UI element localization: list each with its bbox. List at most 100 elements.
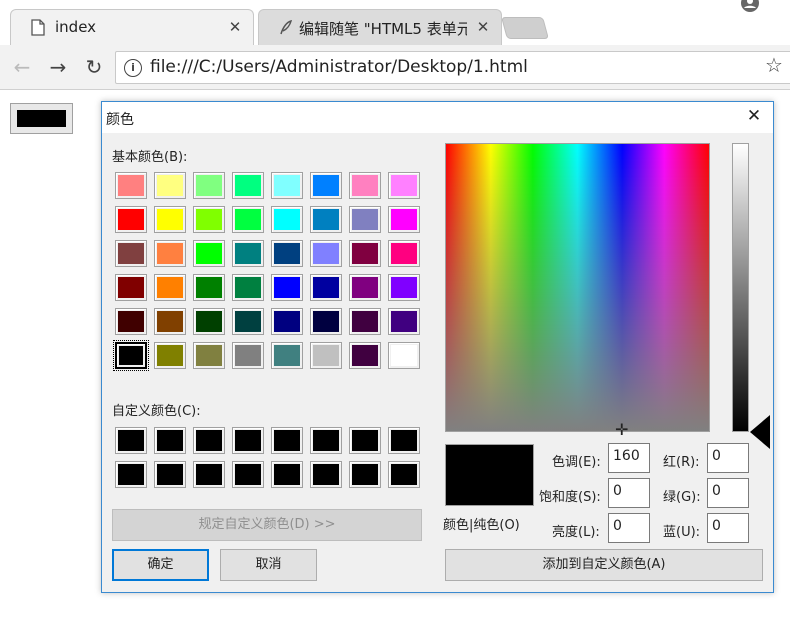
blue-field[interactable]: 0 [707,513,749,543]
custom-color-swatch[interactable] [154,427,186,454]
basic-color-swatch[interactable] [349,240,381,267]
custom-color-swatch[interactable] [193,427,225,454]
basic-color-swatch[interactable] [115,172,147,199]
tab-index[interactable]: index ✕ [10,9,254,45]
basic-color-swatch[interactable] [388,206,420,233]
add-to-custom-colors-button[interactable]: 添加到自定义颜色(A) [445,549,763,581]
green-label: 绿(G): [663,490,701,505]
info-icon[interactable]: i [124,59,142,77]
crosshair-icon[interactable]: ✛ [615,422,628,438]
color-spectrum[interactable] [445,143,710,432]
custom-color-swatch[interactable] [115,427,147,454]
basic-color-swatch[interactable] [154,206,186,233]
basic-color-swatch[interactable] [193,342,225,369]
define-custom-colors-button[interactable]: 规定自定义颜色(D) >> [112,509,422,541]
bookmark-star-icon[interactable]: ☆ [765,53,783,77]
custom-color-swatch[interactable] [310,427,342,454]
basic-color-swatch[interactable] [271,240,303,267]
basic-color-swatch[interactable] [232,274,264,301]
basic-color-swatch[interactable] [232,240,264,267]
basic-color-swatch[interactable] [310,342,342,369]
basic-color-swatch[interactable] [154,342,186,369]
document-icon [31,19,45,36]
basic-color-swatch[interactable] [113,340,149,371]
basic-color-swatch[interactable] [349,342,381,369]
address-bar[interactable]: i file:///C:/Users/Administrator/Desktop… [115,51,790,84]
color-input[interactable] [10,103,73,134]
basic-color-swatch[interactable] [232,308,264,335]
back-arrow-icon[interactable]: ← [10,55,34,79]
close-tab-icon[interactable]: ✕ [227,19,243,35]
hue-field[interactable]: 160 [608,443,650,473]
basic-color-swatch[interactable] [271,274,303,301]
tab-title: 编辑随笔 "HTML5 表单元素 [299,20,467,38]
basic-color-swatch[interactable] [232,206,264,233]
basic-color-swatch[interactable] [310,308,342,335]
basic-color-swatch[interactable] [388,240,420,267]
saturation-field[interactable]: 0 [608,478,650,508]
close-icon[interactable]: ✕ [745,106,763,126]
basic-color-swatch[interactable] [232,172,264,199]
green-field[interactable]: 0 [707,478,749,508]
forward-arrow-icon[interactable]: → [46,55,70,79]
basic-color-swatch[interactable] [115,240,147,267]
basic-color-swatch[interactable] [193,308,225,335]
custom-color-swatch[interactable] [154,461,186,488]
basic-color-swatch[interactable] [154,308,186,335]
basic-color-swatch[interactable] [115,308,147,335]
luminance-slider[interactable] [732,143,749,432]
basic-color-swatch[interactable] [154,240,186,267]
custom-color-swatch[interactable] [115,461,147,488]
basic-color-swatch[interactable] [349,274,381,301]
profile-icon[interactable] [740,0,760,14]
basic-color-swatch[interactable] [271,308,303,335]
red-label: 红(R): [663,455,700,470]
basic-color-swatch[interactable] [154,274,186,301]
basic-color-swatch[interactable] [388,172,420,199]
luminance-field[interactable]: 0 [608,513,650,543]
basic-color-swatch[interactable] [310,240,342,267]
basic-color-swatch[interactable] [193,240,225,267]
red-field[interactable]: 0 [707,443,749,473]
basic-color-swatch[interactable] [193,274,225,301]
basic-color-swatch[interactable] [310,206,342,233]
close-tab-icon[interactable]: ✕ [475,19,491,35]
dialog-titlebar: 颜色 ✕ [102,102,773,133]
new-tab-button[interactable] [501,17,549,39]
basic-color-swatch[interactable] [115,274,147,301]
basic-color-swatch[interactable] [232,342,264,369]
basic-color-swatch[interactable] [388,342,420,369]
custom-color-swatch[interactable] [232,427,264,454]
ok-button[interactable]: 确定 [112,549,209,581]
custom-color-swatch[interactable] [232,461,264,488]
basic-color-swatch[interactable] [388,308,420,335]
basic-color-swatch[interactable] [271,342,303,369]
custom-color-swatch[interactable] [349,427,381,454]
blue-label: 蓝(U): [663,525,701,540]
basic-color-swatch[interactable] [115,206,147,233]
basic-color-swatch[interactable] [310,274,342,301]
custom-color-swatch[interactable] [310,461,342,488]
dialog-title: 颜色 [106,112,134,128]
basic-color-swatch[interactable] [271,206,303,233]
basic-color-swatch[interactable] [388,274,420,301]
custom-color-swatch[interactable] [271,461,303,488]
feather-icon [280,19,293,35]
basic-color-swatch[interactable] [193,172,225,199]
custom-color-swatch[interactable] [349,461,381,488]
cancel-button[interactable]: 取消 [220,549,317,581]
basic-color-swatch[interactable] [349,172,381,199]
custom-color-swatch[interactable] [388,461,420,488]
basic-color-swatch[interactable] [349,308,381,335]
basic-color-swatch[interactable] [271,172,303,199]
luminance-pointer-icon[interactable] [750,415,770,449]
custom-color-swatch[interactable] [388,427,420,454]
basic-color-swatch[interactable] [193,206,225,233]
tab-editor[interactable]: 编辑随笔 "HTML5 表单元素 ✕ [258,9,502,45]
custom-color-swatch[interactable] [271,427,303,454]
basic-color-swatch[interactable] [310,172,342,199]
custom-color-swatch[interactable] [193,461,225,488]
basic-color-swatch[interactable] [154,172,186,199]
reload-icon[interactable]: ↻ [82,55,106,79]
basic-color-swatch[interactable] [349,206,381,233]
